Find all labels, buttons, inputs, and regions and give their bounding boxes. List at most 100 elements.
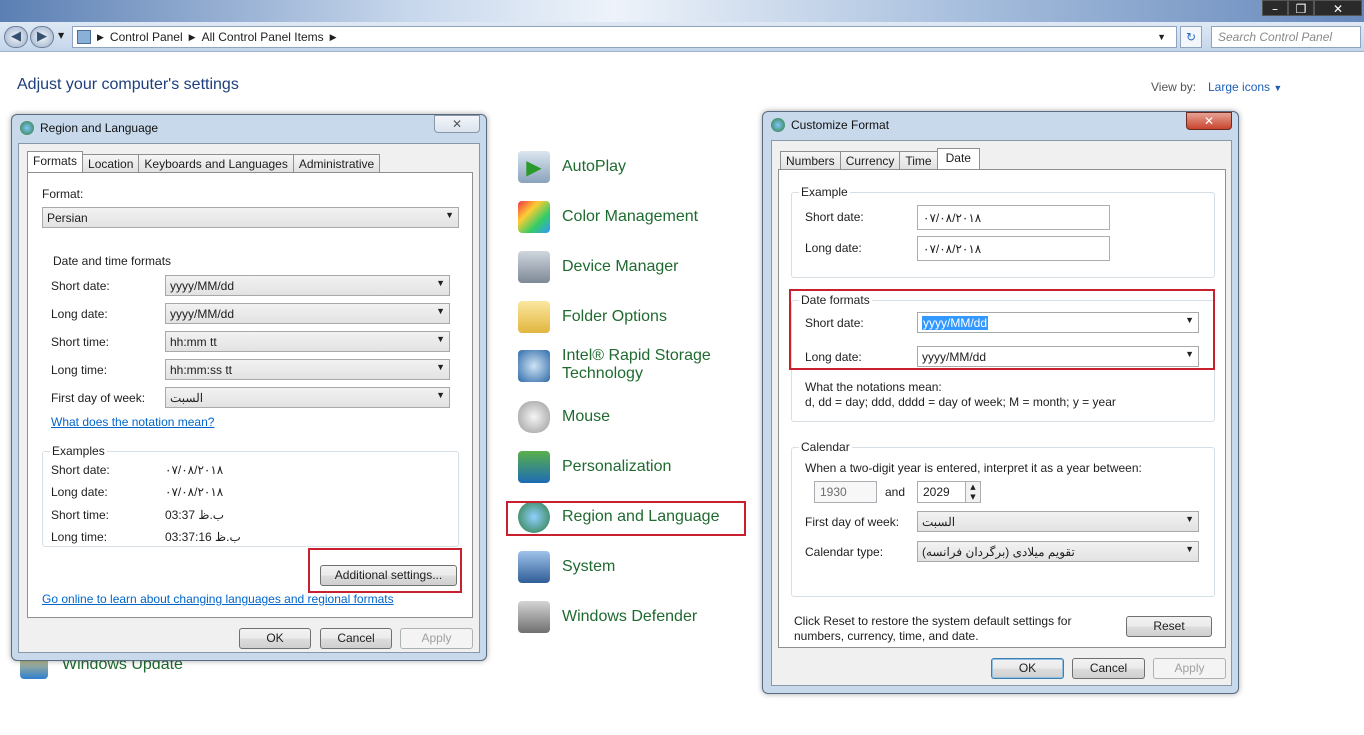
spin-up-icon[interactable]: ▲ [966,482,980,492]
cp-item-label-line1: Intel® Rapid Storage [562,347,711,364]
minimize-button[interactable]: – [1262,0,1288,16]
highlight-region-language [506,501,746,536]
chevron-down-icon: ▼ [436,362,445,372]
tab-numbers[interactable]: Numbers [780,151,841,169]
and-label: and [885,485,906,499]
page-title: Adjust your computer's settings [17,76,239,93]
year-spinner[interactable]: ▲ ▼ [965,481,981,503]
first-day-select[interactable]: السبت ▼ [165,387,450,408]
address-bar[interactable]: ▶ Control Panel ▶ All Control Panel Item… [72,26,1177,48]
desktop-wallpaper-strip [0,0,1364,22]
calendar-type-value: تقویم میلادی (برگردان فرانسه) [922,545,1075,559]
apply-button[interactable]: Apply [400,628,473,649]
ok-button[interactable]: OK [991,658,1064,679]
cp-item-label: Color Management [562,208,699,225]
example-long-date-label: Long date: [51,485,108,499]
year-to-field[interactable]: 2029 [917,481,966,503]
long-date-select[interactable]: yyyy/MM/dd ▼ [165,303,450,324]
tab-location[interactable]: Location [82,154,140,172]
reset-info-line2: numbers, currency, time, and date. [794,629,979,643]
cp-item-personalization[interactable]: Personalization [518,451,671,483]
first-day-select[interactable]: السبت ▼ [917,511,1199,532]
example-short-date-label: Short date: [805,210,864,224]
tab-keyboards-languages[interactable]: Keyboards and Languages [138,154,294,172]
dialog-title-text: Customize Format [791,118,890,132]
maximize-button[interactable]: ❐ [1288,0,1314,16]
tab-date[interactable]: Date [936,148,980,169]
tab-strip: Numbers Currency Time Date [780,148,980,169]
cp-item-label: System [562,558,616,575]
back-button[interactable]: ◀ [4,26,28,48]
close-window-button[interactable]: ✕ [1314,0,1362,16]
cp-item-device-manager[interactable]: Device Manager [518,251,679,283]
system-icon [518,551,550,583]
format-value: Persian [47,211,88,225]
tab-strip: Formats Location Keyboards and Languages… [27,151,381,172]
control-panel-icon [77,30,91,44]
short-time-value: hh:mm tt [170,335,217,349]
cancel-button[interactable]: Cancel [320,628,392,649]
view-by-dropdown[interactable]: Large icons ▼ [1208,80,1282,94]
dialog-title-text: Region and Language [40,121,159,135]
apply-button[interactable]: Apply [1153,658,1226,679]
chevron-down-icon: ▼ [436,390,445,400]
refresh-button[interactable]: ↻ [1180,26,1202,48]
search-input[interactable]: Search Control Panel [1211,26,1361,48]
example-short-date-field: ۰۷/۰۸/۲۰۱۸ [917,205,1110,230]
cp-item-color-management[interactable]: Color Management [518,201,698,233]
mouse-icon [518,401,550,433]
cp-item-mouse[interactable]: Mouse [518,401,610,433]
example-long-time-label: Long time: [51,530,108,544]
ok-button[interactable]: OK [239,628,311,649]
two-digit-year-text: When a two-digit year is entered, interp… [805,461,1142,475]
spin-down-icon[interactable]: ▼ [966,492,980,502]
calendar-type-select[interactable]: تقویم میلادی (برگردان فرانسه) ▼ [917,541,1199,562]
tab-formats[interactable]: Formats [27,151,84,172]
notation-title: What the notations mean: [805,380,942,394]
cp-item-label: Windows Defender [562,608,698,625]
tab-time[interactable]: Time [899,151,938,169]
notation-link[interactable]: What does the notation mean? [51,415,214,429]
address-dropdown-icon[interactable]: ▼ [1157,32,1166,42]
long-time-select[interactable]: hh:mm:ss tt ▼ [165,359,450,380]
calendar-type-label: Calendar type: [805,545,884,559]
windows-defender-icon [518,601,550,633]
cp-item-autoplay[interactable]: ▶ AutoPlay [518,151,626,183]
cp-item-label: Device Manager [562,258,679,275]
short-time-select[interactable]: hh:mm tt ▼ [165,331,450,352]
forward-button[interactable]: ▶ [30,26,54,48]
close-button[interactable]: ✕ [434,115,480,133]
format-label: Format: [42,187,84,201]
breadcrumb-all-items[interactable]: All Control Panel Items [202,30,324,44]
view-by-label: View by: [1151,80,1197,94]
close-button[interactable]: ✕ [1186,112,1232,130]
reset-button[interactable]: Reset [1126,616,1212,637]
personalization-icon [518,451,550,483]
cp-item-intel-storage[interactable]: Intel® Rapid Storage Technology [518,347,711,383]
short-date-select[interactable]: yyyy/MM/dd ▼ [165,275,450,296]
recent-pages-icon[interactable]: ▼ [58,31,64,40]
short-time-label: Short time: [51,335,110,349]
cp-item-folder-options[interactable]: Folder Options [518,301,667,333]
long-time-value: hh:mm:ss tt [170,363,233,377]
breadcrumb-arrow-icon[interactable]: ▶ [330,32,337,43]
long-date-value: yyyy/MM/dd [170,307,235,321]
folder-options-icon [518,301,550,333]
tab-currency[interactable]: Currency [839,151,901,169]
long-date-label: Long date: [51,307,108,321]
cp-item-windows-defender[interactable]: Windows Defender [518,601,697,633]
breadcrumb-control-panel[interactable]: Control Panel [110,30,183,44]
example-long-date-label: Long date: [805,241,862,255]
format-select[interactable]: Persian ▼ [42,207,459,228]
notation-text: d, dd = day; ddd, dddd = day of week; M … [805,395,1116,409]
cancel-button[interactable]: Cancel [1072,658,1145,679]
tab-administrative[interactable]: Administrative [292,154,381,172]
online-formats-link[interactable]: Go online to learn about changing langua… [42,592,394,606]
example-title: Example [799,185,850,199]
cp-item-system[interactable]: System [518,551,615,583]
color-management-icon [518,201,550,233]
view-by-value: Large icons [1208,80,1271,94]
address-toolbar: ◀ ▶ ▼ ▶ Control Panel ▶ All Control Pane… [0,22,1364,52]
chevron-down-icon: ▼ [436,334,445,344]
examples-title: Examples [50,444,107,458]
